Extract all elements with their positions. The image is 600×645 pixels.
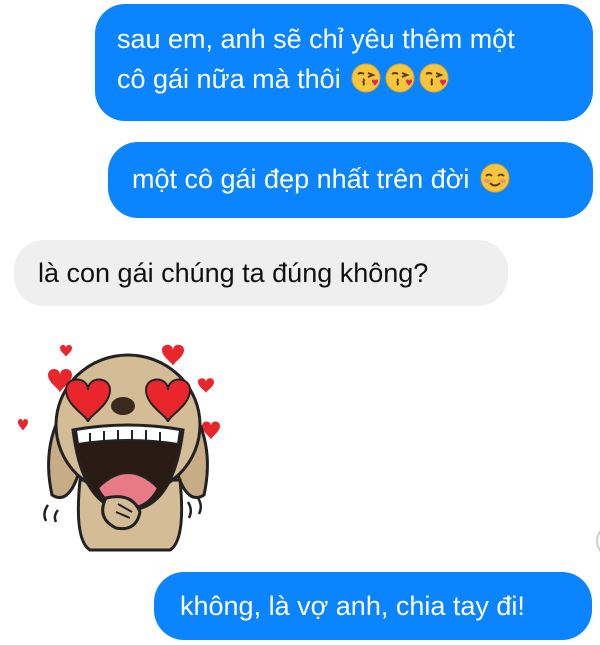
message-text-line: sau em, anh sẽ chỉ yêu thêm một [117, 24, 515, 54]
message-text-line: cô gái nữa mà thôi [117, 64, 341, 94]
message-bubble-outgoing[interactable]: không, là vợ anh, chia tay đi! [154, 572, 592, 640]
heart-icon [18, 419, 28, 431]
heart-icon [162, 344, 184, 366]
heart-icon [60, 345, 72, 357]
message-bubble-outgoing[interactable]: sau em, anh sẽ chỉ yêu thêm một cô gái n… [95, 4, 593, 121]
kiss-heart-emoji [418, 62, 450, 94]
kiss-heart-emoji [350, 62, 382, 94]
message-text-line: không, là vợ anh, chia tay đi! [180, 591, 525, 621]
blushing-smile-emoji [479, 162, 511, 194]
message-text-line: là con gái chúng ta đúng không? [38, 258, 429, 288]
heart-eyes-puppy-sticker[interactable] [18, 330, 248, 555]
kiss-heart-emoji [384, 62, 416, 94]
message-bubble-outgoing[interactable]: một cô gái đẹp nhất trên đời [108, 142, 593, 218]
edge-marker [596, 529, 600, 553]
message-text-line: một cô gái đẹp nhất trên đời [132, 164, 470, 194]
message-bubble-incoming[interactable]: là con gái chúng ta đúng không? [14, 240, 508, 306]
heart-icon [198, 378, 214, 393]
